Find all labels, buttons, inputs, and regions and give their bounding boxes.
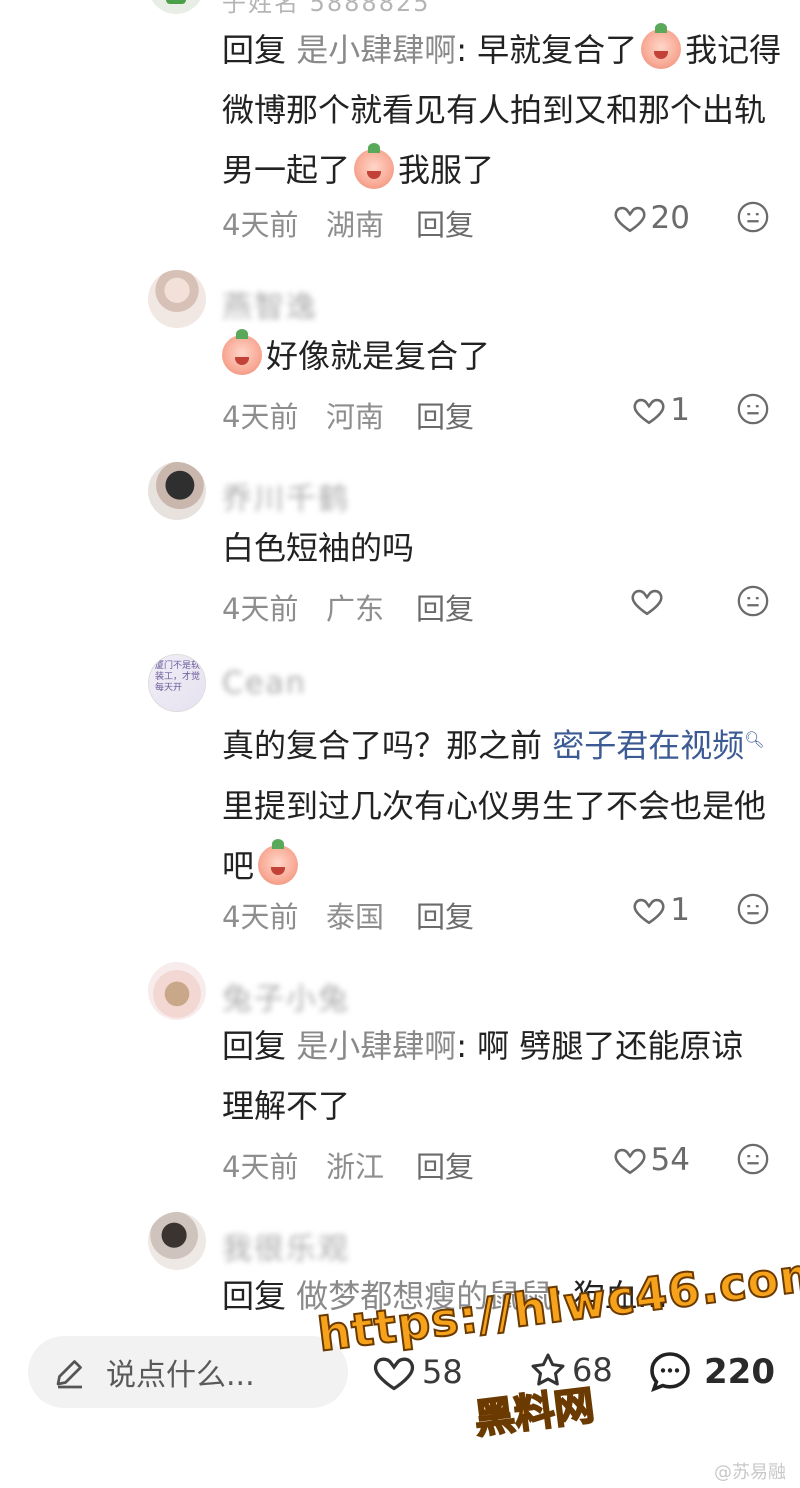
heart-icon xyxy=(373,1357,415,1391)
heart-icon xyxy=(631,589,663,616)
crying-emoji-icon xyxy=(641,23,682,69)
like-count: 54 xyxy=(650,1142,690,1178)
comment-text: 真的复合了吗？那之前 密子君在视频🔍︎ 里提到过几次有心仪男生了不会也是他吧 xyxy=(222,710,782,896)
comment-input-placeholder: 说点什么... xyxy=(106,1358,255,1393)
dislike-face-icon[interactable] xyxy=(736,584,770,618)
comment-text-part: 里提到过几次有心仪男生了不会也是他吧 xyxy=(222,786,767,885)
comment-input[interactable]: 说点什么... xyxy=(28,1336,348,1408)
username[interactable]: 我很乐观 xyxy=(222,1224,350,1268)
reply-button[interactable]: 回复 xyxy=(416,1144,474,1186)
comment-location: 湖南 xyxy=(326,208,385,242)
like-button[interactable] xyxy=(630,584,668,618)
comment-count: 220 xyxy=(704,1352,775,1392)
comment-location: 河南 xyxy=(326,400,385,434)
comment-text-part: 早就复合了 xyxy=(477,31,638,69)
like-button[interactable]: 20 xyxy=(613,200,690,236)
comment-text: 白色短袖的吗 xyxy=(222,529,415,567)
comments-button[interactable]: 220 xyxy=(646,1348,775,1396)
like-count: 20 xyxy=(650,200,690,236)
heart-icon xyxy=(614,206,646,233)
crying-emoji-icon xyxy=(354,143,395,189)
reply-prefix: 回复 xyxy=(222,1277,287,1315)
reply-colon: : xyxy=(456,31,467,69)
comment-text: 回复 是小肆肆啊: 啊 劈腿了还能原谅 理解不了 xyxy=(222,1016,782,1136)
crying-emoji-icon xyxy=(258,838,299,885)
reply-to-user[interactable]: 是小肆肆啊 xyxy=(296,1027,456,1065)
reply-colon: : xyxy=(456,1027,467,1065)
comment-meta: 4天前 湖南 回复 20 xyxy=(222,200,800,244)
search-link[interactable]: 密子君在视频 xyxy=(552,727,744,765)
avatar[interactable] xyxy=(148,1212,206,1270)
username[interactable]: Cean xyxy=(222,666,307,701)
reply-button[interactable]: 回复 xyxy=(416,586,474,628)
heart-icon xyxy=(614,1148,646,1175)
comment-meta: 4天前 浙江 回复 54 xyxy=(222,1142,800,1186)
comment-time: 4天前 xyxy=(222,208,299,242)
comment-text: 回复 是小肆肆啊: 早就复合了 我记得微博那个就看见有人拍到又和那个出轨男一起了我… xyxy=(222,20,782,200)
dislike-face-icon[interactable] xyxy=(736,892,770,926)
comment-location: 泰国 xyxy=(326,900,385,934)
crying-emoji-icon xyxy=(222,329,262,375)
comment-text-part: 真的复合了吗？那之前 xyxy=(222,726,543,765)
heart-icon xyxy=(633,898,665,925)
reply-to-user[interactable]: 是小肆肆啊 xyxy=(296,31,456,69)
post-like-count: 58 xyxy=(422,1353,463,1391)
comment-bubble-icon xyxy=(650,1352,690,1393)
comment-text-part: 我服了 xyxy=(398,151,495,189)
username[interactable]: 乔川千鹤 xyxy=(222,474,350,518)
comment-time: 4天前 xyxy=(222,900,299,934)
weibo-watermark: @苏易融 xyxy=(714,1462,786,1483)
comment-time: 4天前 xyxy=(222,400,299,434)
heart-icon xyxy=(633,398,665,425)
like-count: 1 xyxy=(670,392,690,428)
top-partial-comment: 子姓名 5888825 xyxy=(148,0,431,17)
comment-text-part: 好像就是复合了 xyxy=(266,337,491,375)
comment-meta: 4天前 泰国 回复 1 xyxy=(222,892,800,936)
avatar[interactable] xyxy=(148,962,206,1020)
comment-location: 广东 xyxy=(326,592,385,626)
reply-prefix: 回复 xyxy=(222,1027,287,1065)
pencil-icon xyxy=(56,1360,82,1389)
dislike-face-icon[interactable] xyxy=(736,1142,770,1176)
reply-button[interactable]: 回复 xyxy=(416,202,474,244)
avatar[interactable] xyxy=(148,270,206,328)
search-icon[interactable]: 🔍︎ xyxy=(744,730,764,749)
avatar[interactable] xyxy=(148,462,206,520)
avatar[interactable] xyxy=(148,0,204,14)
username: 子姓名 5888825 xyxy=(222,0,431,17)
comment-meta: 4天前 广东 回复 xyxy=(222,584,800,628)
dislike-face-icon[interactable] xyxy=(736,200,770,234)
reply-button[interactable]: 回复 xyxy=(416,394,474,436)
comment-time: 4天前 xyxy=(222,1150,299,1184)
like-button[interactable]: 54 xyxy=(613,1142,690,1178)
comment-meta: 4天前 河南 回复 1 xyxy=(222,392,800,436)
post-like-button[interactable]: 58 xyxy=(372,1350,463,1394)
dislike-face-icon[interactable] xyxy=(736,392,770,426)
username[interactable]: 兔子小兔 xyxy=(222,974,350,1018)
comment-time: 4天前 xyxy=(222,592,299,626)
like-button[interactable]: 1 xyxy=(632,892,690,928)
avatar[interactable]: 厦门不是软装工，才觉每天开 xyxy=(148,654,206,712)
username[interactable]: 燕智逸 xyxy=(222,282,318,326)
like-button[interactable]: 1 xyxy=(632,392,690,428)
reply-prefix: 回复 xyxy=(222,31,287,69)
avatar-text: 厦门不是软装工，才觉每天开 xyxy=(155,661,201,693)
reply-button[interactable]: 回复 xyxy=(416,894,474,936)
like-count: 1 xyxy=(670,892,690,928)
comment-location: 浙江 xyxy=(326,1150,385,1184)
comment-text: 好像就是复合了 xyxy=(222,326,782,386)
